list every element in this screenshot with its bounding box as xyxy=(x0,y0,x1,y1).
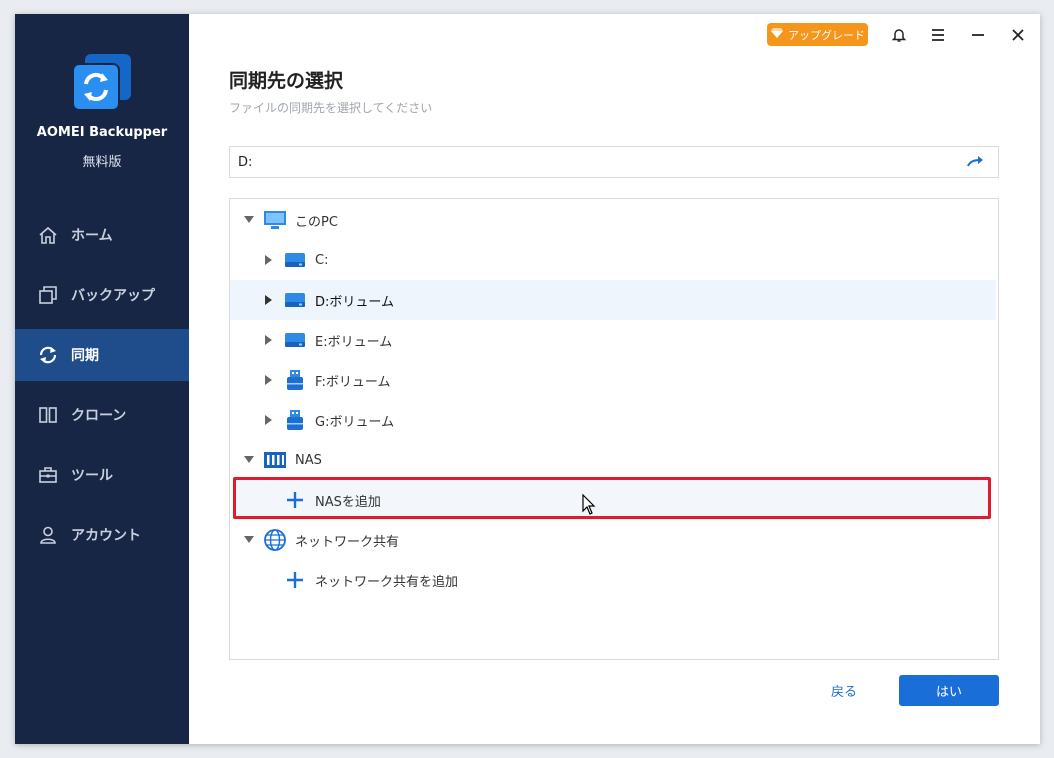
sidebar-item-account[interactable]: アカウント xyxy=(15,509,189,561)
tree-node-this-pc[interactable]: このPC xyxy=(230,200,996,240)
tree-label: D:ボリューム xyxy=(315,294,395,310)
go-arrow-icon[interactable] xyxy=(966,154,984,170)
tree-node-drive[interactable]: C: xyxy=(230,240,996,280)
page-subtitle: ファイルの同期先を選択してください xyxy=(229,101,433,115)
add-nas-item[interactable]: NASを追加 xyxy=(234,480,990,520)
tree-label: NASを追加 xyxy=(315,494,381,510)
mouse-cursor-icon xyxy=(582,493,596,516)
tree-label: G:ボリューム xyxy=(315,414,395,430)
sidebar-item-label: クローン xyxy=(71,408,127,424)
tree-label: F:ボリューム xyxy=(315,374,391,390)
path-box xyxy=(229,146,999,178)
collapsed-triangle-icon[interactable] xyxy=(264,255,274,265)
add-network-share-item[interactable]: ネットワーク共有を追加 xyxy=(230,560,996,600)
home-icon xyxy=(37,224,59,246)
upgrade-button[interactable]: アップグレード xyxy=(767,23,868,46)
expanded-triangle-icon[interactable] xyxy=(244,455,254,465)
hard-drive-icon xyxy=(283,289,307,311)
path-input[interactable] xyxy=(238,147,938,177)
backup-icon xyxy=(37,284,59,306)
tree-node-network-share[interactable]: ネットワーク共有 xyxy=(230,520,996,560)
destination-tree: このPC C: D:ボリューム E:ボリューム F:ボリューム G:ボリューム … xyxy=(229,198,999,660)
sidebar: AOMEI Backupper 無料版 ホーム バックアップ 同期 クローン ツ… xyxy=(15,14,189,744)
sidebar-item-sync[interactable]: 同期 xyxy=(15,329,189,381)
collapsed-triangle-icon[interactable] xyxy=(264,415,274,425)
close-icon[interactable] xyxy=(1006,24,1030,46)
plus-icon xyxy=(283,489,307,511)
user-icon xyxy=(37,524,59,546)
tree-node-drive-selected[interactable]: D:ボリューム xyxy=(230,280,996,320)
tree-label: このPC xyxy=(295,214,338,230)
app-window: AOMEI Backupper 無料版 ホーム バックアップ 同期 クローン ツ… xyxy=(15,14,1040,744)
sidebar-item-label: ホーム xyxy=(71,228,113,244)
upgrade-label: アップグレード xyxy=(788,28,865,42)
main-panel: アップグレード 同期先の選択 ファイルの同期先を選択してください D: このPC… xyxy=(189,14,1040,744)
sidebar-item-clone[interactable]: クローン xyxy=(15,389,189,441)
collapsed-triangle-icon[interactable] xyxy=(264,335,274,345)
tree-label: E:ボリューム xyxy=(315,334,393,350)
tree-label: NAS xyxy=(295,452,322,468)
tree-node-nas[interactable]: NAS xyxy=(230,440,996,480)
toolbox-icon xyxy=(37,464,59,486)
usb-drive-icon xyxy=(283,409,307,431)
sidebar-item-label: ツール xyxy=(71,468,113,484)
sidebar-item-tools[interactable]: ツール xyxy=(15,449,189,501)
sidebar-item-home[interactable]: ホーム xyxy=(15,209,189,261)
tree-label: ネットワーク共有 xyxy=(295,534,400,550)
menu-icon[interactable] xyxy=(926,24,950,46)
hard-drive-icon xyxy=(283,329,307,351)
nas-icon xyxy=(263,449,287,471)
diamond-icon xyxy=(770,27,784,42)
clone-icon xyxy=(37,404,59,426)
usb-drive-icon xyxy=(283,369,307,391)
back-button[interactable]: 戻る xyxy=(831,681,857,700)
collapsed-triangle-icon[interactable] xyxy=(264,295,274,305)
tree-node-drive[interactable]: E:ボリューム xyxy=(230,320,996,360)
sidebar-item-backup[interactable]: バックアップ xyxy=(15,269,189,321)
monitor-icon xyxy=(263,209,287,231)
page-title: 同期先の選択 xyxy=(229,70,344,92)
collapsed-triangle-icon[interactable] xyxy=(264,375,274,385)
minimize-icon[interactable] xyxy=(966,24,990,46)
hard-drive-icon xyxy=(283,249,307,271)
aomei-logo-icon xyxy=(72,54,131,112)
app-name: AOMEI Backupper xyxy=(36,125,168,140)
tree-label: C: xyxy=(315,252,329,268)
expanded-triangle-icon[interactable] xyxy=(244,535,254,545)
sidebar-item-label: 同期 xyxy=(71,348,99,364)
tree-node-drive[interactable]: G:ボリューム xyxy=(230,400,996,440)
plus-icon xyxy=(283,569,307,591)
sync-icon xyxy=(37,344,59,366)
sidebar-item-label: アカウント xyxy=(71,528,141,544)
tree-node-drive[interactable]: F:ボリューム xyxy=(230,360,996,400)
globe-icon xyxy=(263,529,287,551)
bell-icon[interactable] xyxy=(887,24,911,46)
sidebar-item-label: バックアップ xyxy=(71,288,155,304)
expanded-triangle-icon[interactable] xyxy=(244,215,254,225)
tree-label: ネットワーク共有を追加 xyxy=(315,574,459,590)
app-edition: 無料版 xyxy=(82,155,122,170)
ok-button[interactable]: はい xyxy=(899,675,999,706)
